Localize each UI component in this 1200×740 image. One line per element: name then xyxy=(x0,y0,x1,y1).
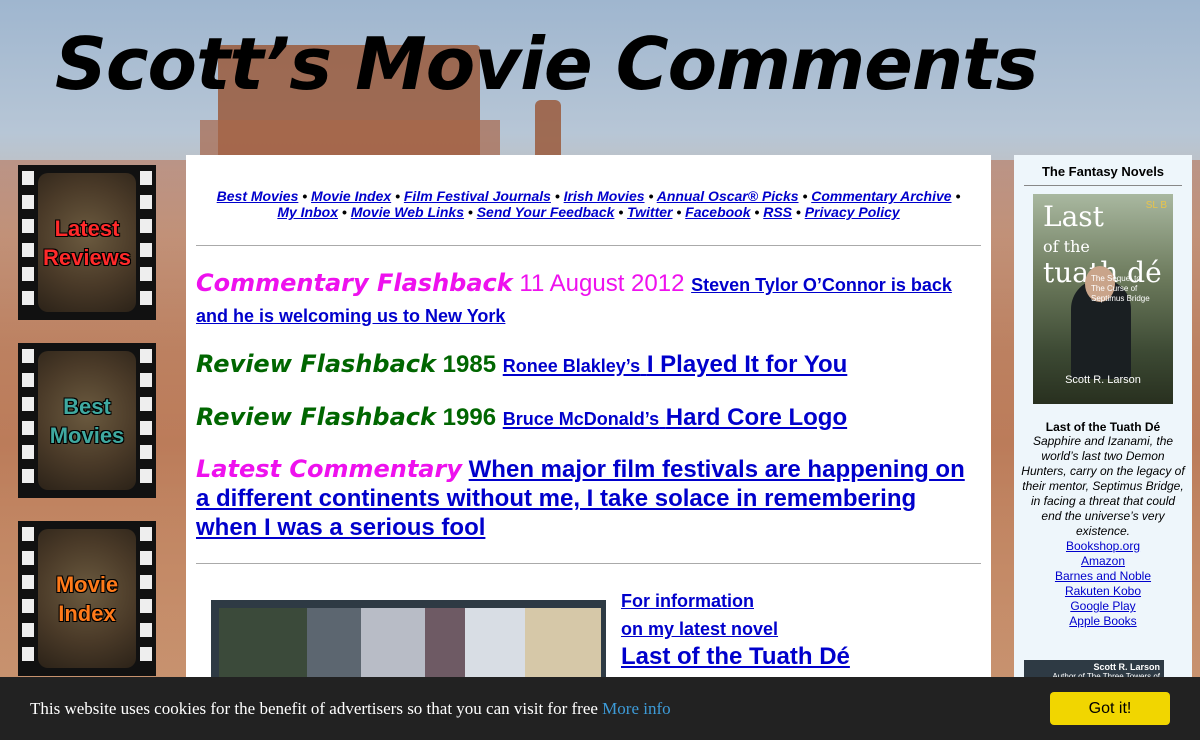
strip-label: Latest Reviews xyxy=(42,215,132,270)
latest-reviews-button[interactable]: Latest Reviews xyxy=(18,165,156,320)
cover-subtitle: The Sequel to The Curse of Septimus Bridge xyxy=(1091,274,1150,303)
nav-link-film-festival-journals[interactable]: Film Festival Journals xyxy=(404,188,551,204)
strip-label: Best Movies xyxy=(49,393,125,448)
nav-separator: • xyxy=(395,188,400,204)
nav-separator: • xyxy=(955,188,961,204)
nav-separator: • xyxy=(618,204,624,220)
nav-link-twitter[interactable]: Twitter xyxy=(627,204,672,220)
publisher-logo: SL B xyxy=(1145,200,1167,211)
film-frame: Latest Reviews xyxy=(38,173,136,312)
nav-link-movie-index[interactable]: Movie Index xyxy=(311,188,391,204)
strip-label: Movie Index xyxy=(55,571,119,626)
cookie-accept-button[interactable]: Got it! xyxy=(1050,692,1170,725)
film-holes xyxy=(140,527,152,670)
cookie-more-info-link[interactable]: More info xyxy=(602,699,670,718)
store-link-bookshop[interactable]: Bookshop.org xyxy=(1014,539,1192,554)
store-links: Bookshop.org Amazon Barnes and Noble Rak… xyxy=(1014,539,1192,629)
cover-author: Scott R. Larson xyxy=(1065,374,1141,386)
site-title[interactable]: Scott’s Movie Comments xyxy=(55,22,1038,106)
book-cover-image[interactable]: Last of the tuath dé SL B The Sequel to The… xyxy=(1033,194,1173,404)
review-flashback-label: Review Flashback xyxy=(196,350,436,378)
film-holes xyxy=(140,171,152,314)
best-movies-button[interactable]: Best Movies xyxy=(18,343,156,498)
novel-promo: For information on my latest novel Last … xyxy=(621,587,971,671)
film-holes xyxy=(22,171,34,314)
top-nav: Best Movies • Movie Index • Film Festiva… xyxy=(196,188,981,220)
nav-separator: • xyxy=(795,204,801,220)
store-link-barnes-noble[interactable]: Barnes and Noble xyxy=(1014,569,1192,584)
cookie-banner: This website uses cookies for the benefi… xyxy=(0,677,1200,740)
nav-separator: • xyxy=(754,204,760,220)
nav-link-irish-movies[interactable]: Irish Movies xyxy=(564,188,645,204)
sidebar-book-description: Sapphire and Izanami, the world’s last t… xyxy=(1021,434,1185,538)
promo-link-line1[interactable]: For information xyxy=(621,587,971,615)
review-flashback-link[interactable]: Ronee Blakley’s I Played It for You xyxy=(503,351,848,378)
nav-separator: • xyxy=(676,204,682,220)
film-frame: Best Movies xyxy=(38,351,136,490)
review-flashback-2: Review Flashback 1996 Bruce McDonald’s H… xyxy=(196,402,976,434)
divider xyxy=(196,245,981,246)
commentary-flashback-label: Commentary Flashback xyxy=(196,269,513,297)
review-flashback-year: 1996 xyxy=(442,404,497,431)
store-link-amazon[interactable]: Amazon xyxy=(1014,554,1192,569)
nav-link-best-movies[interactable]: Best Movies xyxy=(217,188,299,204)
cookie-message: This website uses cookies for the benefi… xyxy=(30,699,671,718)
nav-separator: • xyxy=(341,204,347,220)
review-flashback-year: 1985 xyxy=(442,351,497,378)
film-holes xyxy=(22,349,34,492)
latest-commentary-label: Latest Commentary xyxy=(196,455,462,483)
promo-link-line2[interactable]: on my latest novel xyxy=(621,615,971,643)
sidebar-book-title: Last of the Tuath Dé xyxy=(1045,420,1161,434)
movie-index-button[interactable]: Movie Index xyxy=(18,521,156,676)
film-frame: Movie Index xyxy=(38,529,136,668)
nav-link-facebook[interactable]: Facebook xyxy=(685,204,750,220)
nav-link-privacy-policy[interactable]: Privacy Policy xyxy=(805,204,900,220)
right-sidebar: The Fantasy Novels Last of the tuath dé SL… xyxy=(1014,155,1192,740)
review-flashback-link[interactable]: Bruce McDonald’s Hard Core Logo xyxy=(503,404,847,431)
store-link-kobo[interactable]: Rakuten Kobo xyxy=(1014,584,1192,599)
nav-separator: • xyxy=(648,188,654,204)
nav-separator: • xyxy=(554,188,560,204)
review-flashback-1: Review Flashback 1985 Ronee Blakley’s I … xyxy=(196,349,976,381)
nav-separator: • xyxy=(802,188,808,204)
nav-link-rss[interactable]: RSS xyxy=(763,204,792,220)
store-link-apple-books[interactable]: Apple Books xyxy=(1014,614,1192,629)
nav-link-commentary-archive[interactable]: Commentary Archive xyxy=(811,188,951,204)
sidebar-heading: The Fantasy Novels xyxy=(1024,164,1182,186)
divider xyxy=(196,563,981,564)
commentary-flashback: Commentary Flashback 11 August 2012 Stev… xyxy=(196,268,976,331)
nav-link-annual-oscar-picks[interactable]: Annual Oscar® Picks xyxy=(657,188,799,204)
main-content: Best Movies • Movie Index • Film Festiva… xyxy=(186,155,991,740)
film-holes xyxy=(140,349,152,492)
film-holes xyxy=(22,527,34,670)
store-link-google-play[interactable]: Google Play xyxy=(1014,599,1192,614)
promo-link-title[interactable]: Last of the Tuath Dé xyxy=(621,643,971,671)
nav-separator: • xyxy=(302,188,308,204)
nav-separator: • xyxy=(467,204,473,220)
nav-link-movie-web-links[interactable]: Movie Web Links xyxy=(351,204,464,220)
latest-commentary: Latest Commentary When major film festiv… xyxy=(196,455,981,542)
review-flashback-label: Review Flashback xyxy=(196,403,436,431)
nav-link-send-your-feedback[interactable]: Send Your Feedback xyxy=(477,204,615,220)
nav-link-my-inbox[interactable]: My Inbox xyxy=(277,204,338,220)
commentary-flashback-date: 11 August 2012 xyxy=(519,270,685,297)
